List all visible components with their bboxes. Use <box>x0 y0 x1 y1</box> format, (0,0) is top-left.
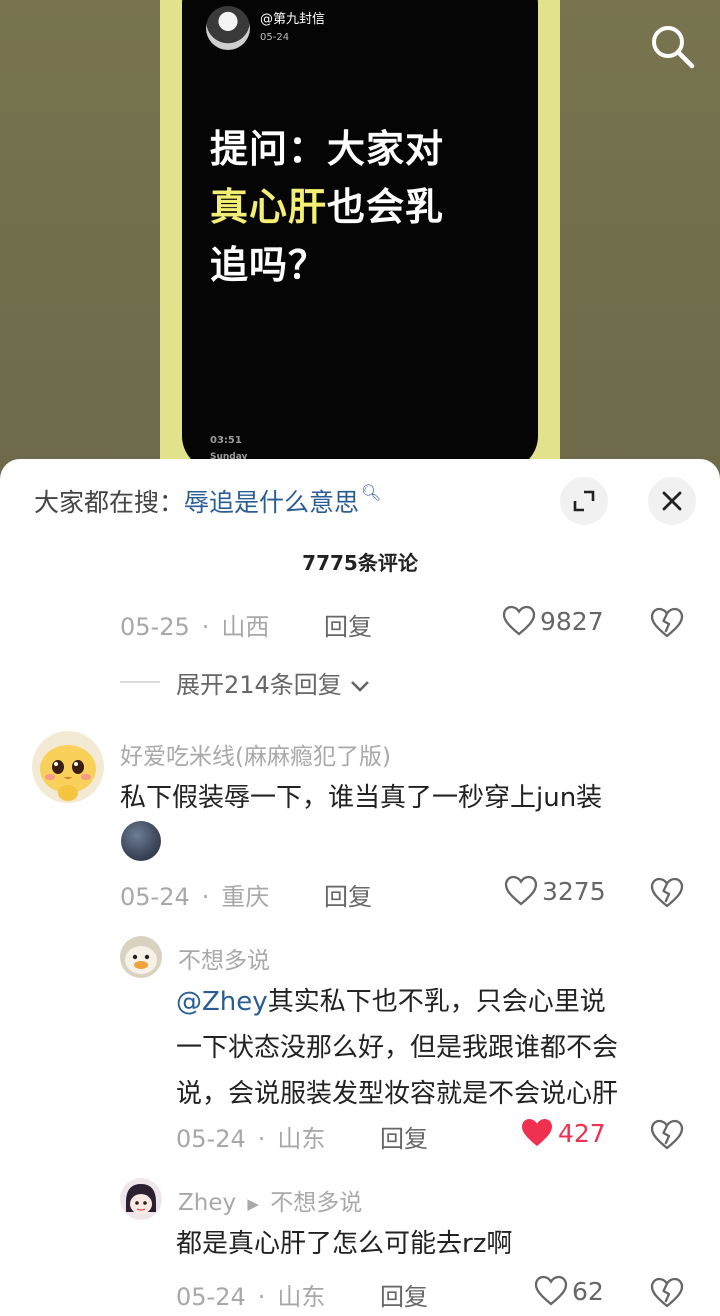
expand-divider <box>120 681 160 683</box>
comment-text: 私下假装辱一下，谁当真了一秒穿上jun装 <box>120 783 603 813</box>
reply-button[interactable]: 回复 <box>380 1277 428 1312</box>
avatar[interactable] <box>120 1178 162 1220</box>
hot-search-label: 大家都在搜： <box>34 488 185 517</box>
comment-sheet: 大家都在搜：辱追是什么意思 🔍︎ 7775条评论 05-25 · 山西 回复 9827… <box>0 459 720 1316</box>
like-button[interactable]: 427 <box>520 1117 606 1149</box>
new-moon-face-emoji-icon <box>121 821 161 861</box>
search-button[interactable] <box>648 22 698 72</box>
close-button[interactable] <box>648 477 696 525</box>
expand-icon <box>573 490 595 512</box>
yellow-chick-avatar-icon <box>40 745 96 801</box>
post-author-avatar <box>206 6 250 50</box>
comment-location: 重庆 <box>221 883 270 911</box>
reply-text: @Zhey其实私下也不乳，只会心里说 一下状态没那么好，但是我跟谁都不会 说，会… <box>176 979 696 1117</box>
expand-sheet-button[interactable] <box>560 477 608 525</box>
reply-text-line1: 其实私下也不乳，只会心里说 <box>267 987 606 1017</box>
headline-part2: 也会乳 <box>327 185 445 229</box>
dislike-button[interactable] <box>650 607 684 641</box>
search-icon: 🔍︎ <box>361 483 382 502</box>
post-author-name: @第九封信 <box>260 12 326 27</box>
broken-heart-icon <box>650 1119 684 1150</box>
close-icon <box>662 491 682 511</box>
heart-outline-icon <box>504 875 538 906</box>
reply-text: 都是真心肝了怎么可能去rz啊 <box>176 1229 513 1259</box>
like-count: 62 <box>572 1276 604 1306</box>
video-headline: 提问：大家对 真心肝也会乳 追吗？ <box>210 120 520 294</box>
dislike-button[interactable] <box>650 877 684 911</box>
mention-link[interactable]: @Zhey <box>176 987 268 1017</box>
like-button[interactable]: 3275 <box>504 875 606 907</box>
reply-button[interactable]: 回复 <box>380 1119 428 1154</box>
reply-button[interactable]: 回复 <box>324 607 372 642</box>
reply-text-line3: 说，会说服装发型妆容就是不会说心肝 <box>176 1079 619 1109</box>
reply-date: 05-24 <box>176 1283 246 1311</box>
avatar[interactable] <box>32 731 104 803</box>
hot-search-term-text: 辱追是什么意思 <box>184 488 360 517</box>
like-count: 9827 <box>540 606 604 636</box>
heart-outline-icon <box>534 1275 568 1306</box>
headline-highlight: 真心肝 <box>210 185 328 229</box>
like-button[interactable]: 9827 <box>502 605 604 637</box>
video-clock: 03:51 <box>210 435 242 446</box>
like-count: 427 <box>558 1118 606 1148</box>
broken-heart-icon <box>650 877 684 908</box>
comment-location: 山西 <box>221 613 270 641</box>
chevron-down-icon <box>351 681 370 692</box>
reply-text-line2: 一下状态没那么好，但是我跟谁都不会 <box>176 1033 619 1063</box>
heart-filled-icon <box>522 1119 552 1146</box>
expand-replies-button[interactable]: 展开214条回复 <box>176 665 371 700</box>
reply-username: Zhey ▶︎ 不想多说 <box>178 1183 362 1217</box>
reply-button[interactable]: 回复 <box>324 877 372 912</box>
reply-meta: 05-24 · 山东 <box>176 1125 326 1153</box>
broken-heart-icon <box>650 607 684 638</box>
dislike-button[interactable] <box>650 1119 684 1153</box>
video-content[interactable]: @第九封信 05-24 提问：大家对 真心肝也会乳 追吗？ 03:51 Sund… <box>182 0 538 470</box>
expand-replies-label: 展开214条回复 <box>176 671 342 699</box>
broken-heart-icon <box>650 1277 684 1308</box>
avatar[interactable] <box>120 936 162 978</box>
reply-arrow-icon: ▶︎ <box>247 1194 259 1213</box>
headline-part3: 追吗？ <box>210 243 328 287</box>
comment-meta: 05-25 · 山西 <box>120 613 270 641</box>
dislike-button[interactable] <box>650 1277 684 1311</box>
like-button[interactable]: 62 <box>534 1275 604 1307</box>
hot-search-term[interactable]: 辱追是什么意思 🔍︎ <box>184 483 381 517</box>
reply-username[interactable]: 不想多说 <box>178 941 270 975</box>
comment-username[interactable]: 好爱吃米线(麻麻瘾犯了版) <box>120 737 391 771</box>
search-icon <box>652 26 695 69</box>
reply-date: 05-24 <box>176 1125 246 1153</box>
reply-location: 山东 <box>277 1125 326 1153</box>
reply-location: 山东 <box>277 1283 326 1311</box>
heart-outline-icon <box>502 605 536 636</box>
comment-date: 05-24 <box>120 883 190 911</box>
post-date: 05-24 <box>260 32 290 43</box>
comment-count: 7775条评论 <box>302 551 418 575</box>
hot-search-row: 大家都在搜：辱追是什么意思 🔍︎ <box>34 483 381 519</box>
comment-meta: 05-24 · 重庆 <box>120 883 270 911</box>
duck-avatar-icon <box>125 946 157 974</box>
anime-character-avatar-icon <box>126 1184 156 1214</box>
headline-part1: 提问：大家对 <box>210 127 445 171</box>
reply-meta: 05-24 · 山东 <box>176 1283 326 1311</box>
comment-date: 05-25 <box>120 613 190 641</box>
reply-target[interactable]: 不想多说 <box>270 1190 362 1216</box>
reply-author[interactable]: Zhey <box>178 1190 236 1216</box>
like-count: 3275 <box>542 876 606 906</box>
